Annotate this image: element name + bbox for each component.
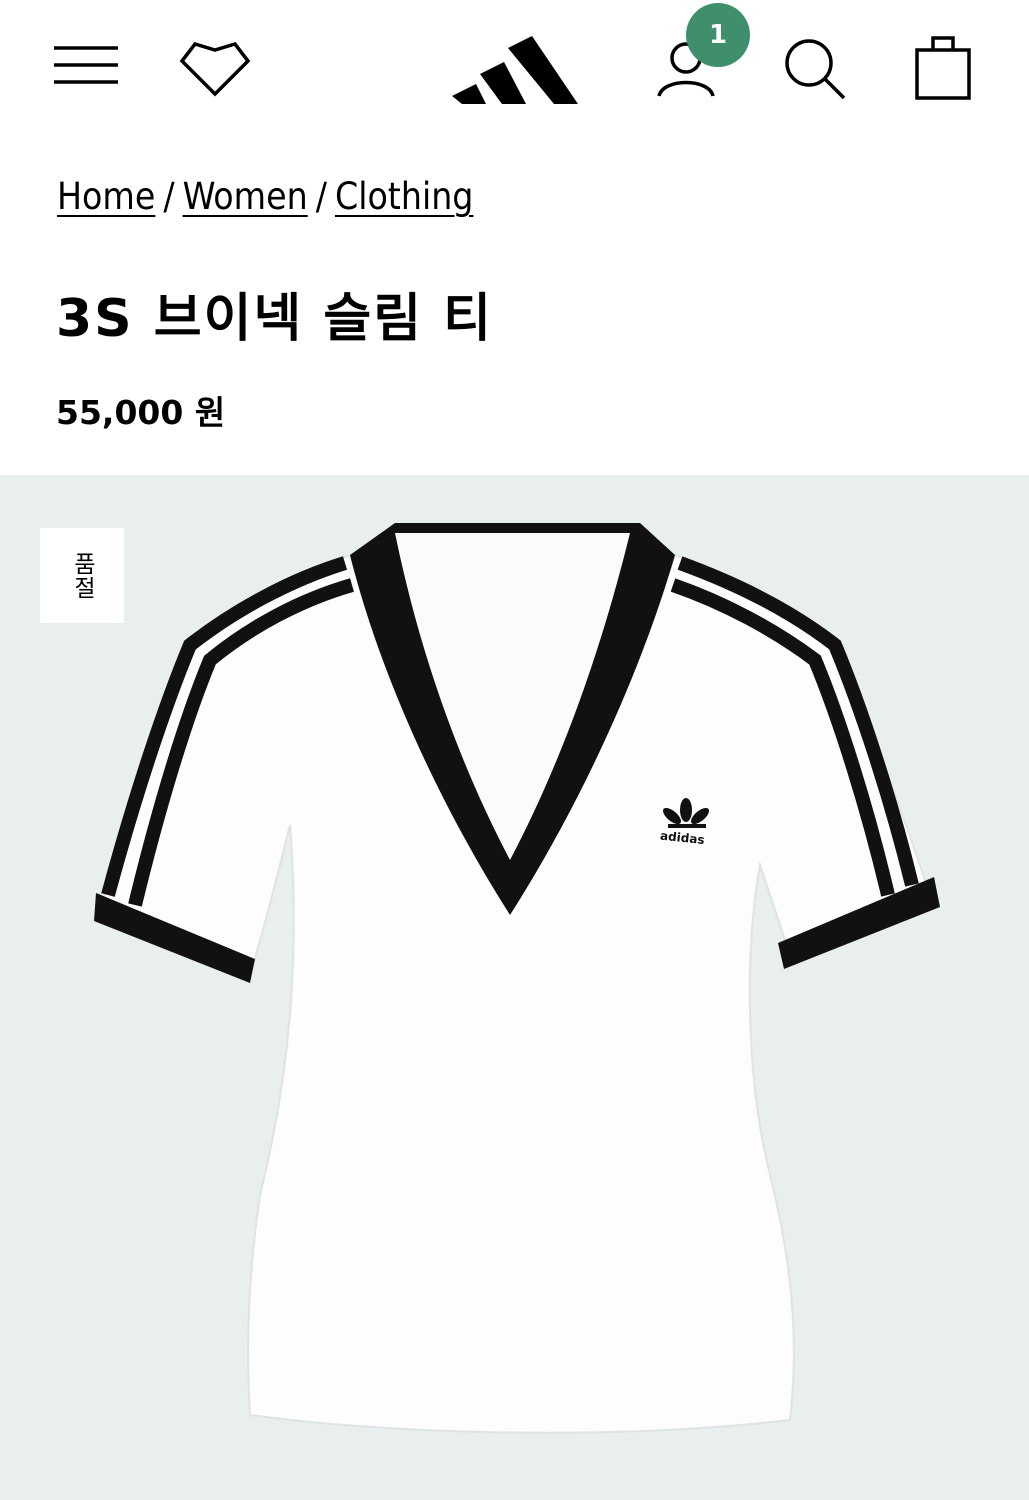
breadcrumb-women-link[interactable]: Women bbox=[183, 175, 308, 218]
heart-icon bbox=[179, 41, 251, 97]
adidas-logo[interactable] bbox=[450, 22, 582, 108]
product-image-gallery[interactable]: adidas 품절 bbox=[0, 475, 1029, 1500]
menu-icon bbox=[54, 46, 118, 84]
breadcrumb-separator: / bbox=[163, 175, 175, 218]
product-title: 3S 브이넥 슬림 티 bbox=[56, 289, 493, 349]
shopping-bag-icon bbox=[915, 36, 971, 100]
wishlist-button[interactable] bbox=[176, 34, 254, 100]
sold-out-badge-label: 품절 bbox=[69, 551, 95, 600]
sold-out-badge: 품절 bbox=[40, 528, 124, 623]
search-icon bbox=[785, 39, 846, 100]
account-notification-badge: 1 bbox=[686, 3, 750, 67]
menu-button[interactable] bbox=[50, 40, 122, 90]
breadcrumb: Home / Women / Clothing bbox=[57, 170, 473, 224]
site-header: 1 bbox=[0, 0, 1029, 135]
breadcrumb-separator: / bbox=[315, 175, 327, 218]
search-button[interactable] bbox=[782, 36, 848, 102]
product-price: 55,000 원 bbox=[56, 393, 226, 432]
breadcrumb-home-link[interactable]: Home bbox=[57, 175, 155, 218]
cart-button[interactable] bbox=[913, 32, 973, 102]
breadcrumb-clothing-link[interactable]: Clothing bbox=[335, 175, 474, 218]
adidas-logo bbox=[452, 36, 578, 104]
product-image[interactable]: adidas bbox=[0, 475, 1029, 1500]
